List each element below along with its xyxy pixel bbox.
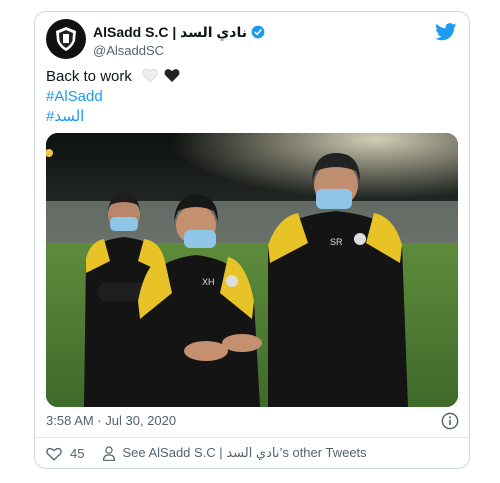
- like-button[interactable]: 45: [46, 446, 84, 461]
- photo-scene: SR XH: [46, 133, 458, 407]
- display-name[interactable]: AlSadd S.C | نادي السد: [93, 24, 265, 40]
- verified-badge-icon: [251, 25, 265, 39]
- info-icon[interactable]: [441, 412, 459, 430]
- tweet-text: Back to work #AlSadd #السد: [46, 67, 180, 127]
- tweet-photo[interactable]: SR XH: [46, 133, 458, 407]
- shirt-initials-xh: XH: [202, 277, 215, 287]
- like-count: 45: [70, 445, 85, 461]
- tweet-timestamp[interactable]: 3:58 AM · Jul 30, 2020: [46, 413, 176, 428]
- tweet-actions: 45 See AlSadd S.C | نادي السد’s other Tw…: [46, 445, 367, 461]
- handle[interactable]: @AlsaddSC: [93, 42, 265, 59]
- white-heart-icon: [142, 68, 158, 83]
- author-names[interactable]: AlSadd S.C | نادي السد @AlsaddSC: [93, 24, 265, 59]
- avatar[interactable]: [46, 19, 86, 59]
- hashtag-alsadd[interactable]: #AlSadd: [46, 87, 180, 107]
- black-heart-icon: [164, 69, 180, 82]
- see-other-tweets-label[interactable]: See AlSadd S.C | نادي السد’s other Tweet…: [122, 445, 366, 461]
- divider: [35, 437, 469, 438]
- tweet-card: AlSadd S.C | نادي السد @AlsaddSC Back to…: [34, 11, 470, 469]
- hashtag-arabic[interactable]: #السد: [46, 107, 180, 127]
- twitter-logo-icon[interactable]: [435, 23, 457, 41]
- shirt-initials-sr: SR: [330, 237, 343, 247]
- tweet-text-line: Back to work: [46, 67, 180, 87]
- like-heart-icon: [46, 447, 62, 461]
- see-other-tweets-link[interactable]: See AlSadd S.C | نادي السد’s other Tweet…: [102, 445, 367, 461]
- club-crest-icon: [56, 27, 76, 51]
- display-name-text[interactable]: AlSadd S.C | نادي السد: [93, 24, 247, 40]
- tweet-header: AlSadd S.C | نادي السد @AlsaddSC: [46, 19, 459, 65]
- tweet-text-body: Back to work: [46, 68, 132, 85]
- person-icon: [103, 445, 116, 461]
